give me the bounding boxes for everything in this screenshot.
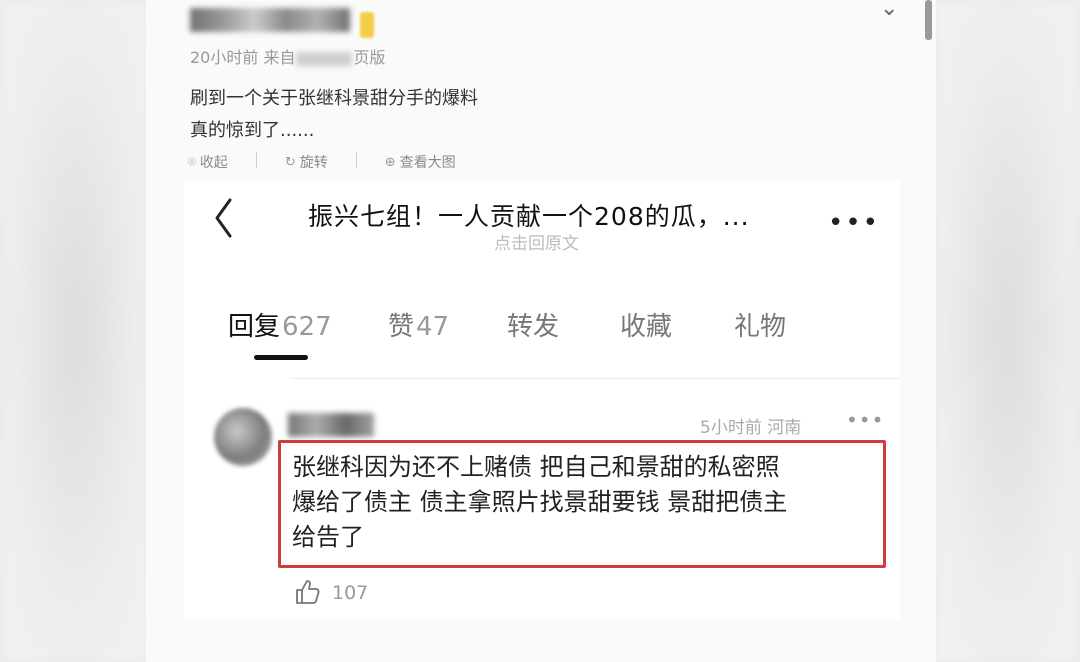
rotate-icon: ↻: [284, 154, 296, 170]
tab-replies[interactable]: 回复627: [228, 306, 332, 343]
tab-favorites-label: 收藏: [620, 312, 673, 342]
tab-gifts[interactable]: 礼物: [734, 306, 786, 343]
tab-likes[interactable]: 赞47: [388, 306, 449, 343]
comment-meta: 5小时前 河南: [700, 413, 801, 438]
post-meta: 20小时前 来自 页版: [190, 44, 386, 68]
back-to-original-link[interactable]: 点击回原文: [494, 229, 579, 254]
tab-gifts-label: 礼物: [734, 312, 787, 342]
post-author-blurred: [190, 8, 350, 32]
post-text-line-2: 真的惊到了......: [190, 120, 315, 141]
comment-more-icon[interactable]: •••: [846, 408, 884, 432]
collapse-label: 收起: [199, 155, 228, 171]
post-source-blurred: [296, 51, 353, 66]
active-tab-indicator: [254, 355, 308, 360]
collapse-icon: ⌾: [188, 154, 196, 170]
comment-line-2: 爆给了债主 债主拿照片找景甜要钱 景甜把债主: [292, 488, 788, 516]
background-blur-left: [0, 0, 150, 662]
tab-likes-count: 47: [416, 312, 450, 342]
thumbs-up-icon[interactable]: [294, 578, 322, 606]
rotate-label: 旋转: [299, 155, 328, 171]
back-arrow-icon[interactable]: [213, 196, 233, 240]
comment-line-1: 张继科因为还不上赌债 把自己和景甜的私密照: [292, 453, 780, 481]
tab-reposts-label: 转发: [507, 312, 560, 342]
post-source-suffix: 页版: [353, 48, 386, 67]
tab-reposts[interactable]: 转发: [507, 306, 559, 343]
view-large-label: 查看大图: [399, 155, 456, 171]
view-large-button[interactable]: ⊕ 查看大图: [385, 152, 456, 172]
tab-likes-label: 赞: [388, 312, 415, 342]
comment-username-blurred[interactable]: [288, 413, 374, 437]
thread-title: 振兴七组！一人贡献一个208的瓜，...: [308, 202, 750, 231]
image-toolbar: ⌾ 收起 ↻ 旋转 ⊕ 查看大图: [188, 152, 456, 172]
comment-time: 5小时前: [700, 418, 762, 438]
tab-replies-count: 627: [282, 312, 332, 342]
toolbar-divider: [355, 152, 357, 168]
post-text-line-1: 刷到一个关于张继科景甜分手的爆料: [190, 88, 478, 109]
post-source-prefix: 来自: [263, 48, 296, 67]
collapse-button[interactable]: ⌾ 收起: [188, 152, 228, 172]
scrollbar[interactable]: [925, 0, 932, 40]
more-options-icon[interactable]: •••: [828, 208, 880, 238]
background-blur-right: [935, 0, 1080, 662]
comment-text: 张继科因为还不上赌债 把自己和景甜的私密照 爆给了债主 债主拿照片找景甜要钱 景…: [292, 450, 872, 555]
avatar[interactable]: [214, 408, 272, 466]
post-badge: [360, 12, 374, 38]
tab-replies-label: 回复: [228, 312, 281, 342]
zoom-icon: ⊕: [384, 154, 396, 170]
toolbar-divider: [255, 152, 257, 168]
chevron-down-icon[interactable]: ⌄: [880, 0, 898, 21]
divider: [290, 378, 900, 379]
rotate-button[interactable]: ↻ 旋转: [285, 152, 328, 172]
comment-line-3: 给告了: [292, 523, 364, 551]
tab-favorites[interactable]: 收藏: [620, 306, 672, 343]
comment-location: 河南: [767, 418, 802, 438]
post-time: 20小时前: [190, 48, 259, 67]
like-count: 107: [332, 582, 369, 604]
